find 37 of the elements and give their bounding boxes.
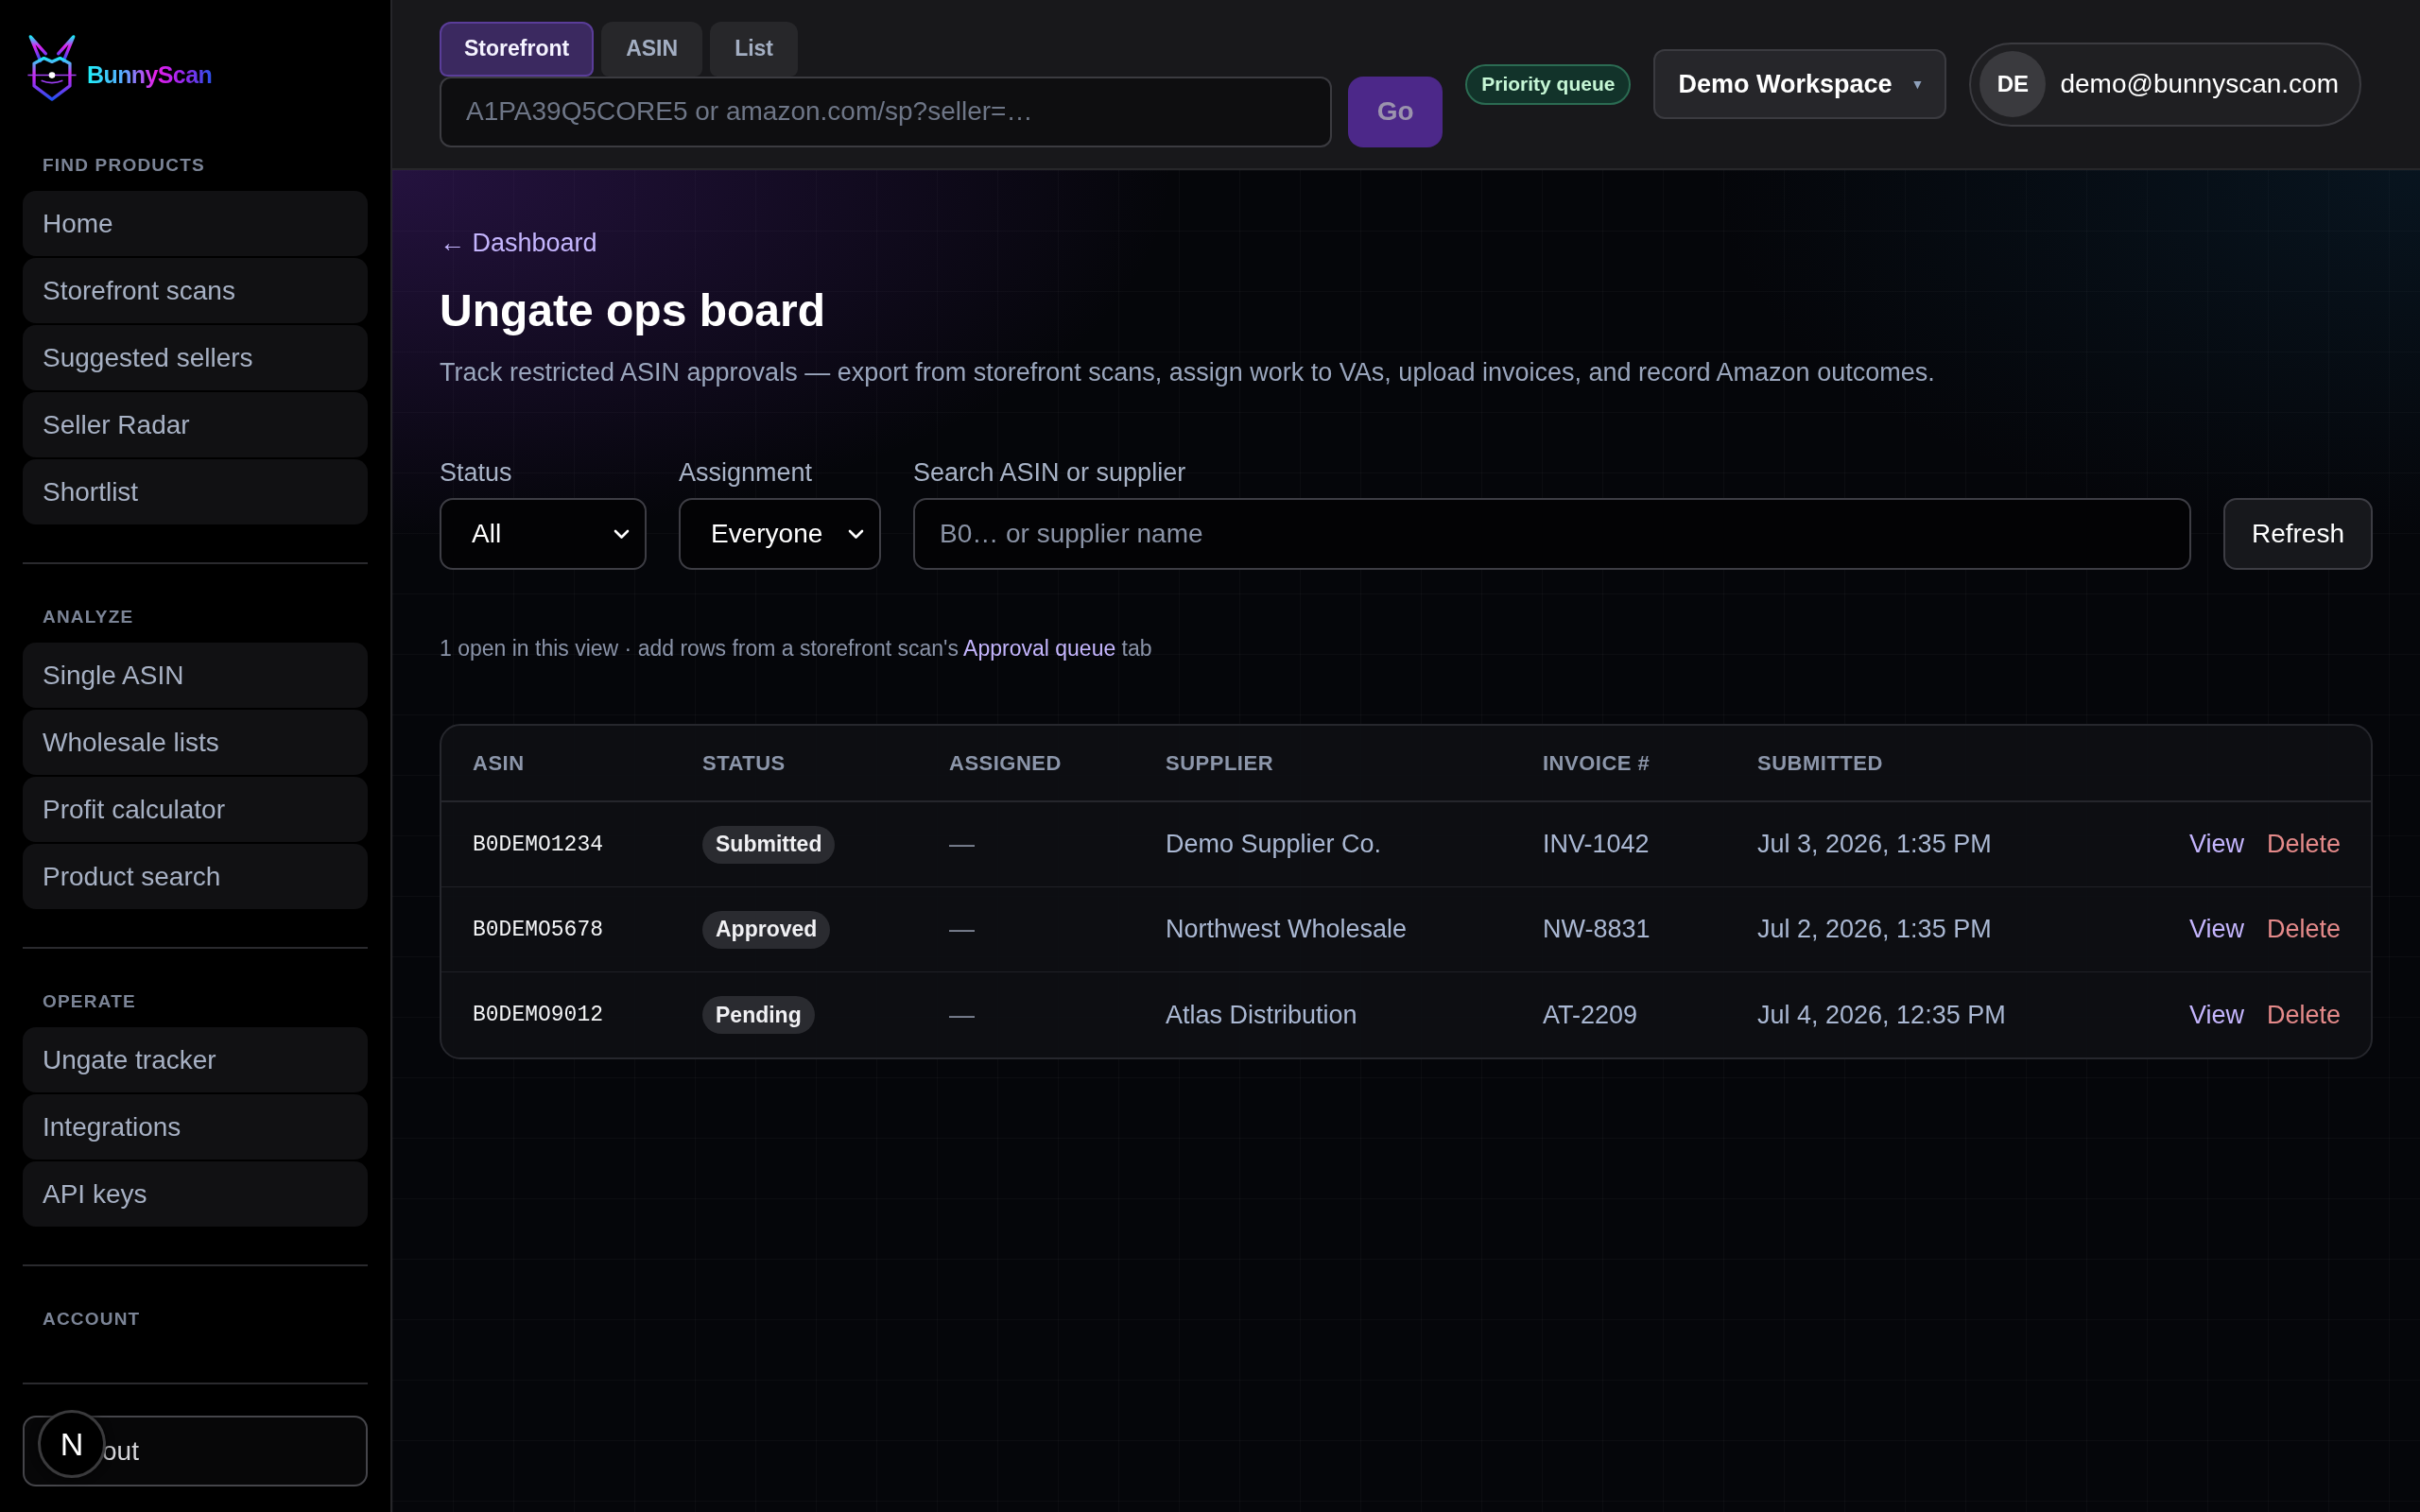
submitted-date: Jul 3, 2026, 1:35 PM	[1757, 830, 1993, 859]
submitted-date: Jul 4, 2026, 12:35 PM	[1757, 1000, 2007, 1030]
assigned-value: —	[949, 1000, 976, 1030]
status-pill: Approved	[702, 910, 831, 949]
supplier-name: Atlas Distribution	[1166, 1000, 1358, 1030]
column-header: ASSIGNED	[949, 750, 1063, 776]
field-label: Assignment	[679, 457, 814, 489]
column-header: ASIN	[473, 750, 526, 776]
asin-text: B0DEMO9012	[473, 1003, 605, 1027]
asin-text: B0DEMO1234	[473, 832, 605, 857]
caret-icon: ▼	[1910, 77, 1925, 92]
assigned-value: —	[949, 915, 976, 944]
user-avatar: DE	[1979, 51, 2047, 117]
page-title: Ungate ops board	[440, 284, 827, 337]
hint-text: 1 open in this view · add rows from a storefront scan's Approval queue tab	[440, 635, 1153, 662]
status-pill: Pending	[702, 996, 815, 1034]
invoice-number: AT-2209	[1543, 1000, 1639, 1030]
invoice-number: INV-1042	[1543, 830, 1651, 859]
section-label: OPERATE	[42, 991, 137, 1012]
field-label: Search ASIN or supplier	[913, 457, 1187, 489]
submitted-date: Jul 2, 2026, 1:35 PM	[1757, 915, 1993, 944]
priority-queue-badge: Priority queue	[1465, 63, 1632, 105]
field-label: Status	[440, 457, 513, 489]
column-header: INVOICE #	[1543, 750, 1651, 776]
section-label: ANALYZE	[42, 607, 135, 627]
supplier-name: Demo Supplier Co.	[1166, 830, 1383, 859]
page-description: Track restricted ASIN approvals — export from storefront scans, assign work to VAs, upload invoices, and record Amazon outcomes.	[440, 357, 1936, 388]
section-label: FIND PRODUCTS	[42, 155, 206, 176]
invoice-number: NW-8831	[1543, 915, 1651, 944]
status-pill: Submitted	[702, 825, 836, 864]
section-label: ACCOUNT	[42, 1309, 142, 1330]
asin-text: B0DEMO5678	[473, 917, 605, 942]
column-header: SUPPLIER	[1166, 750, 1275, 776]
column-header: SUBMITTED	[1757, 750, 1884, 776]
assigned-value: —	[949, 830, 976, 859]
supplier-name: Northwest Wholesale	[1166, 915, 1409, 944]
column-header: STATUS	[702, 750, 786, 776]
